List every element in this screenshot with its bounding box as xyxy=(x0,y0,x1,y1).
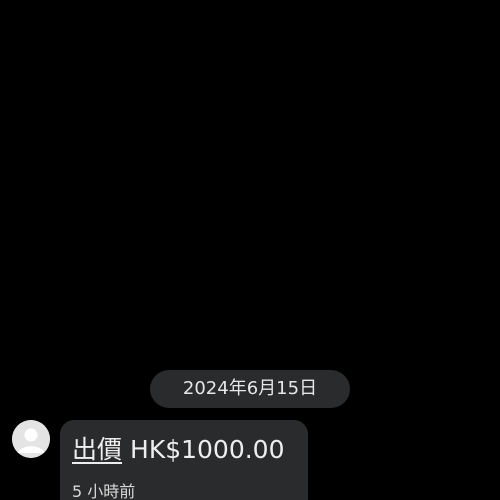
offer-message-bubble[interactable]: 出價 HK$1000.00 5 小時前 xyxy=(60,420,308,500)
offer-amount: HK$1000.00 xyxy=(130,435,285,464)
default-user-avatar-icon xyxy=(12,420,50,458)
date-separator: 2024年6月15日 xyxy=(150,370,350,408)
user-avatar-icon[interactable] xyxy=(12,420,50,458)
message-timestamp: 5 小時前 xyxy=(72,482,136,500)
offer-line: 出價 HK$1000.00 xyxy=(72,432,285,468)
offer-link[interactable]: 出價 xyxy=(72,435,122,464)
chat-screen: 2024年6月15日 出價 HK$1000.00 5 小時前 xyxy=(0,0,500,500)
